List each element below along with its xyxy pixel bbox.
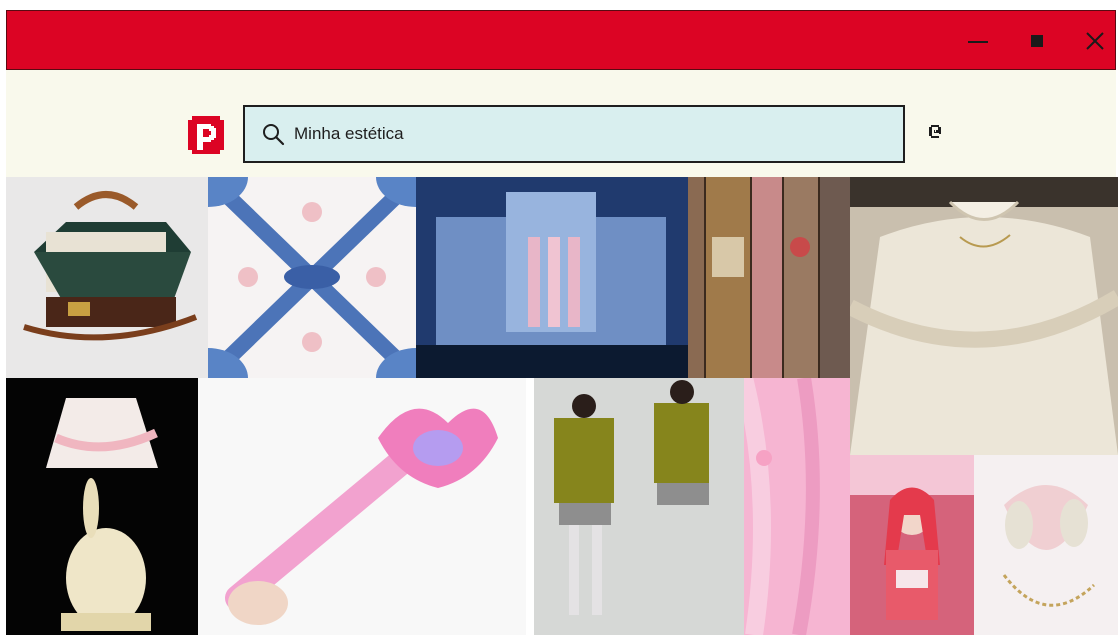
- pin-pink-curtains[interactable]: [744, 378, 850, 635]
- pin-pink-outfit-portrait[interactable]: [850, 455, 974, 635]
- pin-grid: [6, 177, 1118, 635]
- search-input[interactable]: [294, 124, 854, 144]
- maximize-icon[interactable]: [1025, 29, 1049, 53]
- search-bar[interactable]: [243, 105, 905, 163]
- pin-cat-cardigan-outfit[interactable]: [534, 378, 744, 635]
- pin-pink-magic-wand[interactable]: [198, 378, 526, 635]
- pinterest-logo-icon[interactable]: [184, 114, 228, 158]
- minimize-icon[interactable]: [967, 29, 991, 53]
- pin-blue-bow-pattern[interactable]: [208, 177, 416, 378]
- pin-bunny-lamp[interactable]: [6, 378, 198, 635]
- pin-vintage-suitcase[interactable]: [6, 177, 208, 378]
- pin-white-lace-blouse[interactable]: [850, 177, 1118, 455]
- search-icon: [263, 124, 285, 146]
- window-titlebar: [6, 10, 1116, 70]
- pin-antique-books[interactable]: [688, 177, 850, 378]
- close-icon[interactable]: [1083, 29, 1107, 53]
- pin-heart-bag[interactable]: [974, 455, 1118, 635]
- at-sign-icon[interactable]: [926, 121, 944, 141]
- app-header: [6, 70, 1116, 177]
- pin-blue-castle[interactable]: [416, 177, 688, 378]
